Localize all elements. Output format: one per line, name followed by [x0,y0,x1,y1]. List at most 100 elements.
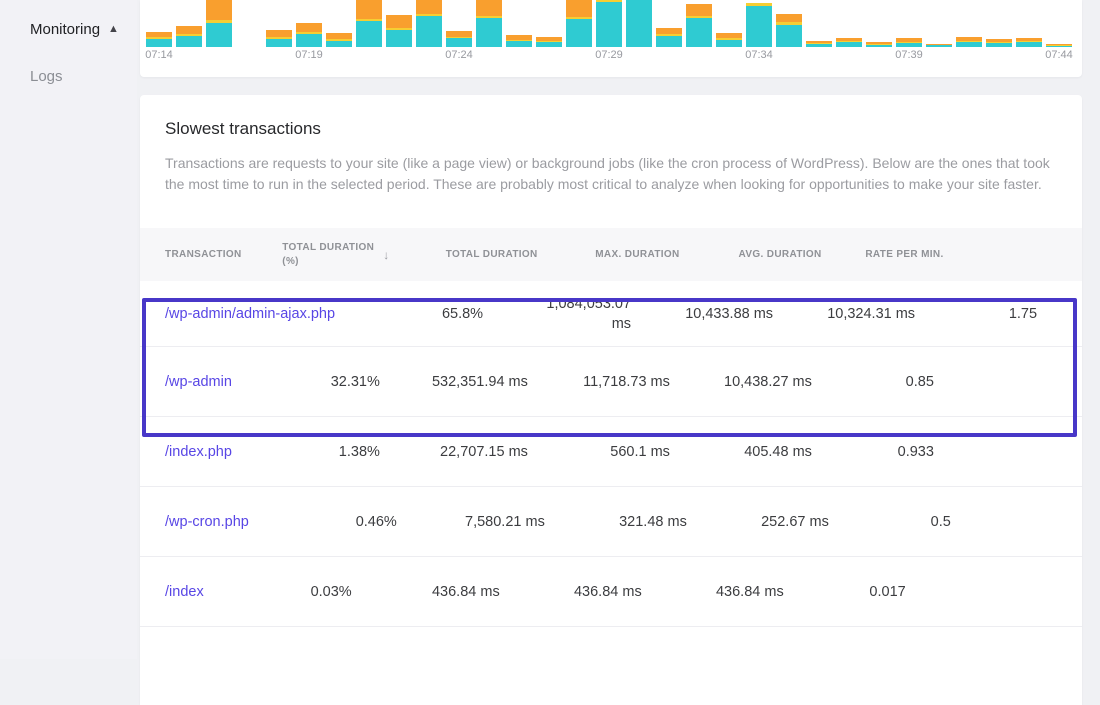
x-axis-tick-label: 07:29 [595,49,623,61]
transaction-cell: /wp-cron.php [140,514,249,530]
stacked-bar[interactable] [866,42,892,47]
avg-duration-cell: 10,324.31 ms [773,306,915,322]
x-axis-tick-label: 07:34 [745,49,773,61]
teal-segment [806,44,832,47]
stacked-bar[interactable] [446,31,472,47]
chart-bars [140,0,1082,47]
column-header-avg-duration[interactable]: AVG. DURATION [680,249,822,260]
stacked-bar[interactable] [956,37,982,47]
max-duration-cell: 10,433.88 ms [631,306,773,322]
stacked-bar[interactable] [326,33,352,47]
stacked-bar[interactable] [566,0,592,47]
transaction-cell: /index.php [140,444,232,460]
total-duration-cell: 1,084,053.07 ms [483,294,631,334]
stacked-bar[interactable] [536,37,562,47]
stacked-bar[interactable] [356,0,382,47]
stacked-bar[interactable] [266,30,292,47]
teal-segment [356,21,382,47]
stacked-bar[interactable] [476,0,502,47]
stacked-bar[interactable] [596,0,622,47]
teal-segment [266,39,292,47]
stacked-bar[interactable] [806,41,832,47]
orange-segment [776,14,802,22]
stacked-bar[interactable] [416,0,442,47]
stacked-bar[interactable] [716,33,742,47]
stacked-bar[interactable] [686,4,712,47]
table-row: /wp-cron.php0.46%7,580.21 ms321.48 ms252… [140,487,1082,557]
teal-segment [566,19,592,47]
stacked-bar[interactable] [386,15,412,47]
chart-x-axis: 07:1407:1907:2407:2907:3407:3907:44 [140,49,1082,65]
column-header-total-duration[interactable]: TOTAL DURATION [390,245,538,265]
transaction-link[interactable]: /index [165,584,204,600]
stacked-bar[interactable] [626,0,652,47]
rate-per-min-cell: 0.85 [812,374,958,390]
table-body: /wp-admin/admin-ajax.php65.8%1,084,053.0… [140,281,1082,627]
column-header-transaction[interactable]: TRANSACTION [140,249,242,260]
teal-segment [296,34,322,47]
transaction-link[interactable]: /wp-admin [165,374,232,390]
stacked-bar[interactable] [776,14,802,47]
avg-duration-cell: 10,438.27 ms [670,374,812,390]
teal-segment [176,36,202,47]
teal-segment [656,36,682,47]
teal-segment [836,42,862,47]
stacked-bar[interactable] [146,32,172,47]
slowest-transactions-card: Slowest transactions Transactions are re… [140,95,1082,705]
teal-segment [536,42,562,47]
main-content: 07:1407:1907:2407:2907:3407:3907:44 Slow… [137,0,1100,659]
panel-title: Slowest transactions [165,119,1057,139]
x-axis-tick-label: 07:44 [1045,49,1073,61]
transaction-link[interactable]: /wp-cron.php [165,514,249,530]
orange-segment [176,26,202,34]
stacked-bar[interactable] [926,44,952,47]
stacked-bar[interactable] [1016,38,1042,47]
transaction-cell: /index [140,584,204,600]
stacked-bar[interactable] [836,38,862,47]
orange-segment [416,0,442,14]
teal-segment [596,2,622,47]
table-row: /wp-admin32.31%532,351.94 ms11,718.73 ms… [140,347,1082,417]
teal-segment [446,38,472,47]
transaction-cell: /wp-admin/admin-ajax.php [140,306,335,322]
rate-per-min-cell: 0.017 [784,584,930,600]
stacked-bar[interactable] [176,26,202,47]
orange-segment [206,0,232,20]
total-duration-pct-cell: 1.38% [232,444,380,460]
sidebar-item-label: Monitoring [30,21,100,38]
total-duration-cell: 7,580.21 ms [397,512,545,532]
sidebar-item-monitoring[interactable]: Monitoring ▲ [0,18,137,40]
stacked-bar[interactable] [986,39,1012,47]
teal-segment [506,41,532,47]
teal-segment [776,25,802,47]
table-row: /index0.03%436.84 ms436.84 ms436.84 ms0.… [140,557,1082,627]
teal-segment [416,16,442,47]
stacked-bar[interactable] [896,38,922,47]
sidebar: Monitoring ▲ Logs [0,0,137,659]
column-header-label: TOTAL DURATION (%) [282,241,377,269]
stacked-bar[interactable] [746,3,772,47]
avg-duration-cell: 405.48 ms [670,444,812,460]
transaction-link[interactable]: /wp-admin/admin-ajax.php [165,306,335,322]
teal-segment [1046,46,1072,47]
column-header-total-duration-%[interactable]: TOTAL DURATION (%)↓ [242,241,390,269]
teal-segment [686,18,712,47]
max-duration-cell: 436.84 ms [500,584,642,600]
transaction-cell: /wp-admin [140,374,232,390]
column-header-rate-per-min[interactable]: RATE PER MIN. [822,249,968,260]
transaction-link[interactable]: /index.php [165,444,232,460]
stacked-bar[interactable] [296,23,322,47]
stacked-bar[interactable] [1046,44,1072,47]
orange-segment [566,0,592,17]
teal-segment [926,45,952,47]
teal-segment [956,42,982,47]
x-axis-tick-label: 07:19 [295,49,323,61]
sidebar-item-logs[interactable]: Logs [0,65,137,87]
column-header-max-duration[interactable]: MAX. DURATION [538,249,680,260]
x-axis-tick-label: 07:39 [895,49,923,61]
stacked-bar[interactable] [656,28,682,47]
x-axis-tick-label: 07:24 [445,49,473,61]
stacked-bar[interactable] [206,0,232,47]
teal-segment [1016,42,1042,47]
stacked-bar[interactable] [506,35,532,47]
